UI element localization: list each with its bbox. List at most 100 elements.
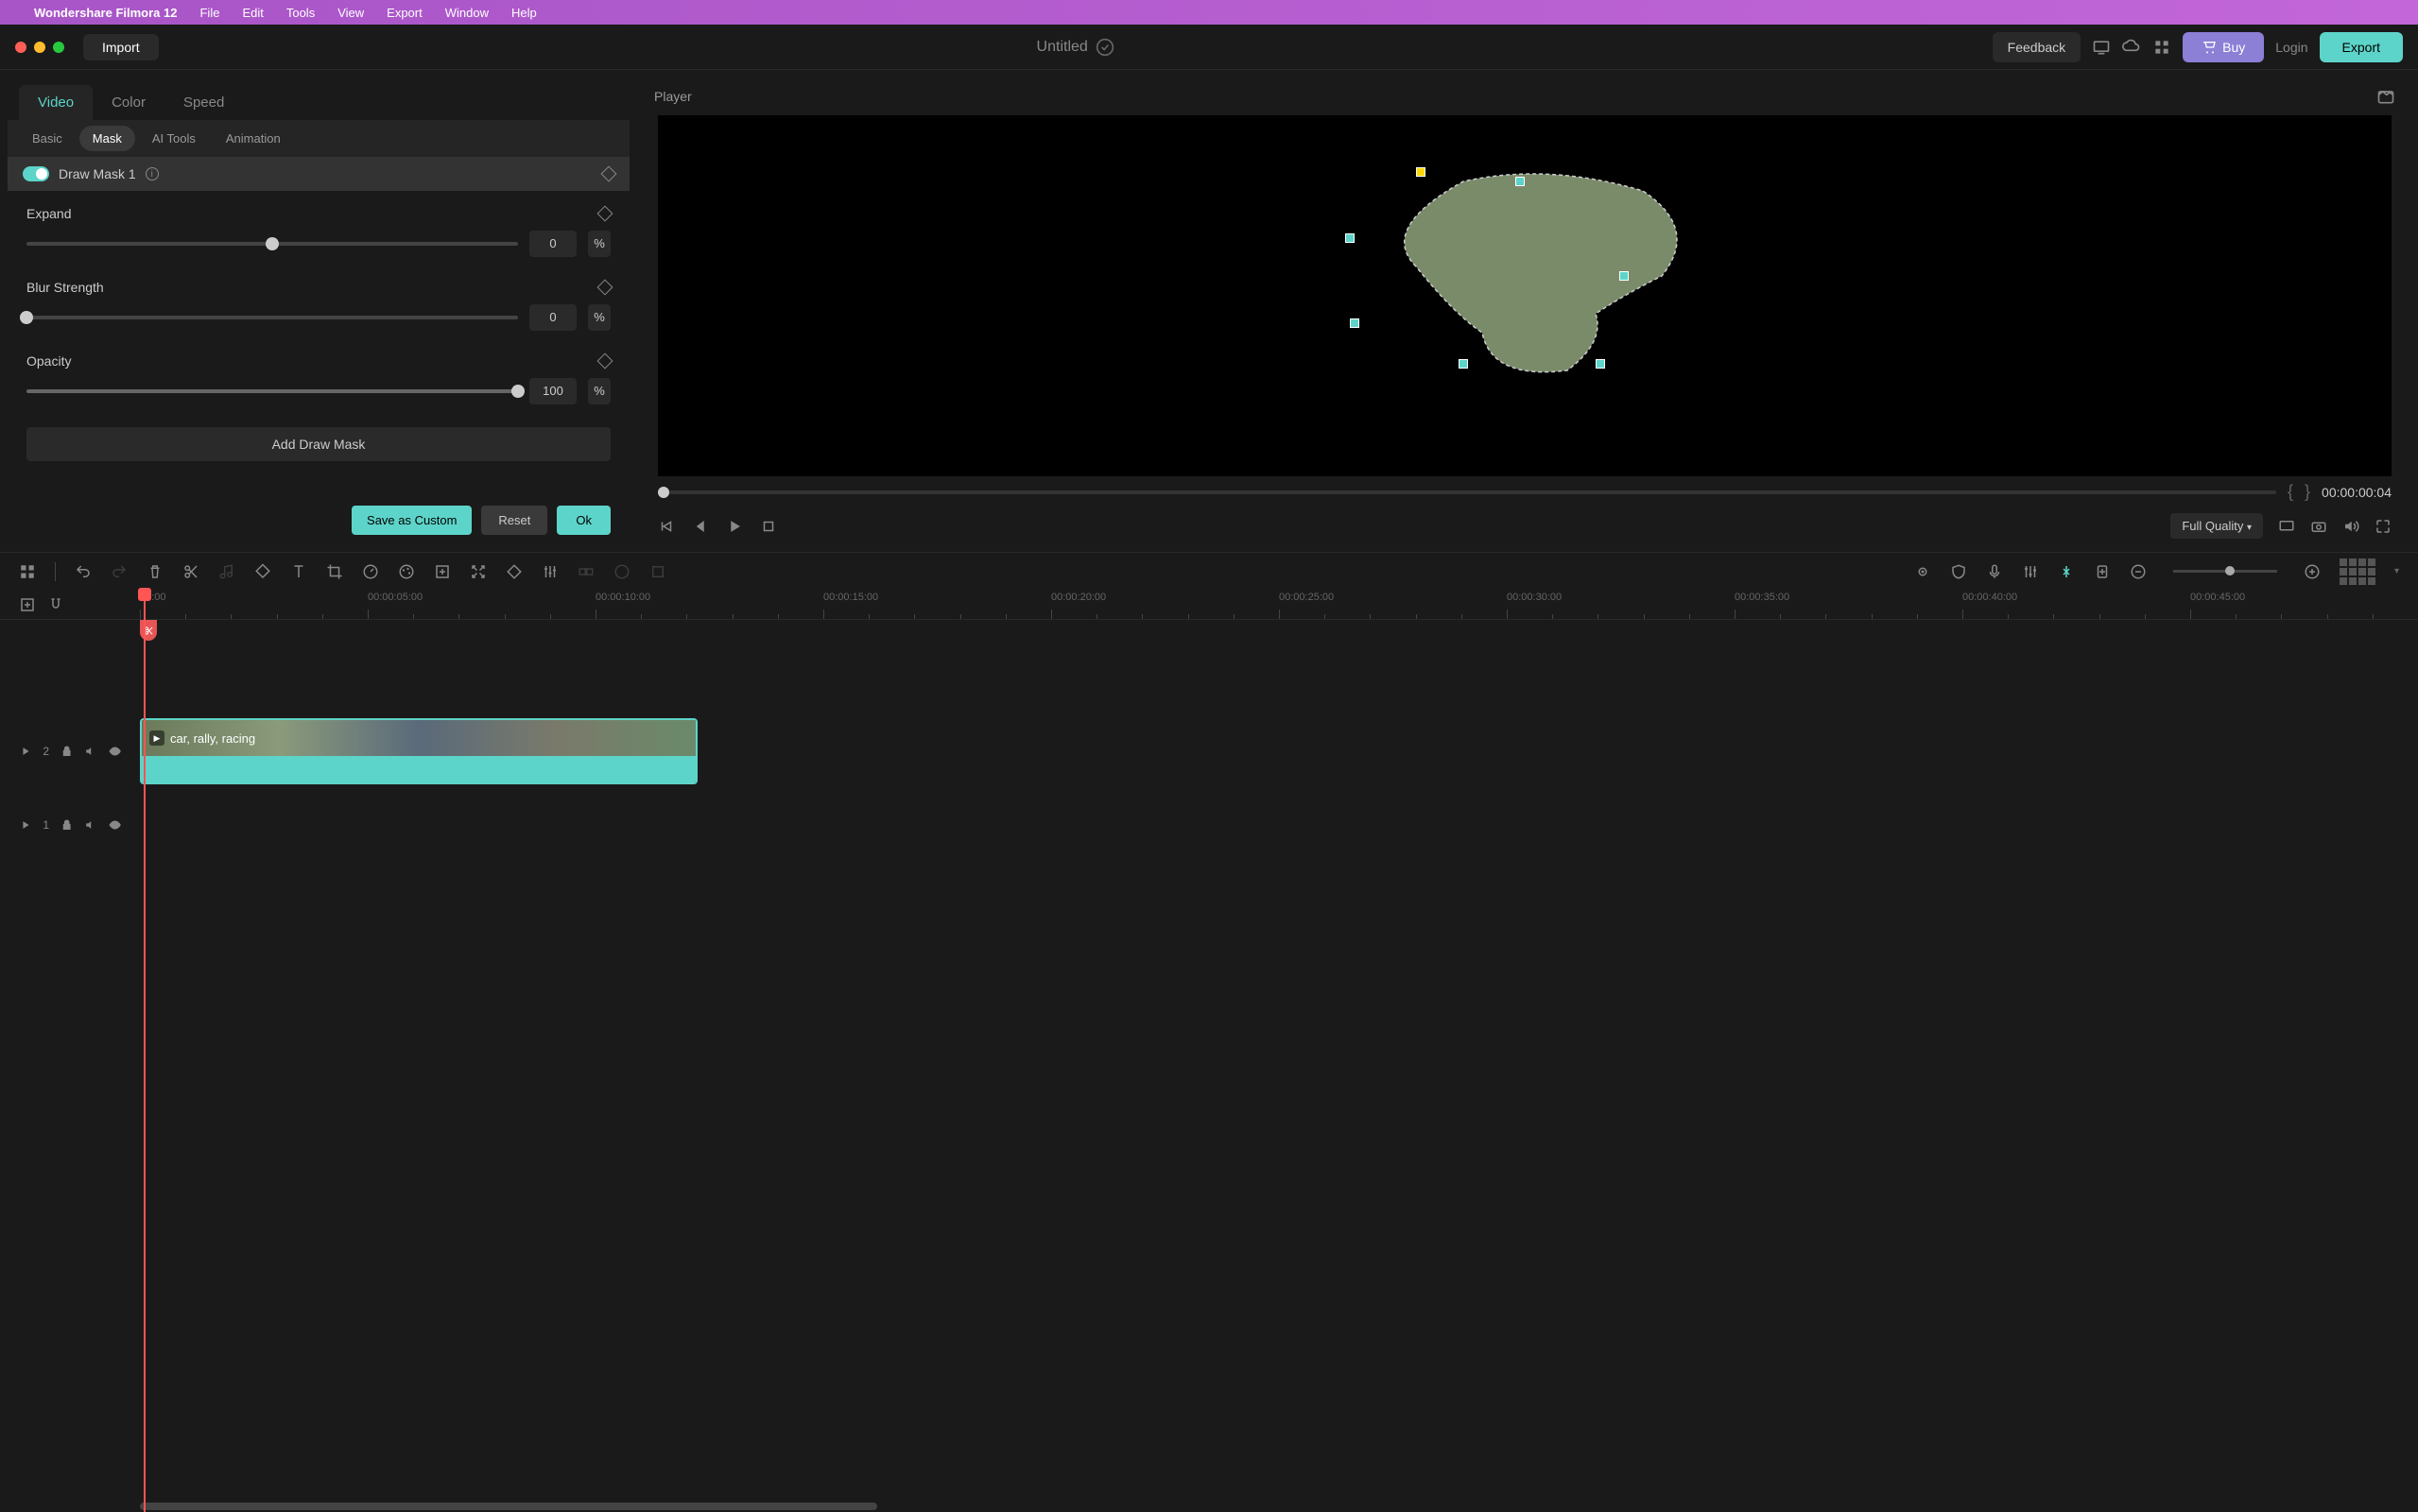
keyframe-blur-icon[interactable] — [597, 280, 613, 296]
add-draw-mask-button[interactable]: Add Draw Mask — [26, 427, 611, 461]
mask-enable-toggle[interactable] — [23, 166, 49, 181]
expand-slider[interactable] — [26, 242, 518, 246]
close-window-button[interactable] — [15, 42, 26, 53]
player-scrubber[interactable] — [658, 490, 2276, 494]
tab-mask[interactable]: Mask — [79, 126, 135, 151]
menu-export[interactable]: Export — [387, 6, 423, 20]
menu-view[interactable]: View — [337, 6, 364, 20]
mask-handle[interactable] — [1596, 359, 1605, 369]
undo-icon[interactable] — [75, 563, 92, 580]
fullscreen-icon[interactable] — [2375, 518, 2392, 535]
opacity-value[interactable]: 100 — [529, 378, 577, 404]
dropdown-caret-icon[interactable]: ▾ — [2394, 566, 2399, 576]
maximize-window-button[interactable] — [53, 42, 64, 53]
expand-icon[interactable] — [470, 563, 487, 580]
playhead[interactable] — [144, 590, 146, 1512]
save-custom-button[interactable]: Save as Custom — [352, 506, 472, 535]
export-button[interactable]: Export — [2320, 32, 2403, 62]
add-track-icon[interactable] — [19, 596, 36, 613]
razor-icon[interactable] — [2058, 563, 2075, 580]
snapshot-icon[interactable] — [2376, 87, 2395, 106]
info-icon[interactable]: i — [146, 167, 159, 180]
import-button[interactable]: Import — [83, 34, 159, 60]
zoom-thumb[interactable] — [2225, 566, 2235, 576]
zoom-in-icon[interactable] — [2304, 563, 2321, 580]
tab-basic[interactable]: Basic — [19, 126, 76, 151]
mask-handle[interactable] — [1459, 359, 1468, 369]
mute-icon[interactable] — [84, 745, 96, 758]
quality-select[interactable]: Full Quality ▾ — [2170, 513, 2263, 539]
keyframe-icon[interactable] — [506, 563, 523, 580]
blur-slider[interactable] — [26, 316, 518, 319]
time-ruler[interactable]: 00:0000:00:05:0000:00:10:0000:00:15:0000… — [140, 590, 2418, 619]
stop-icon[interactable] — [760, 518, 777, 535]
mark-in-icon[interactable]: { — [2288, 482, 2293, 502]
play-backward-icon[interactable] — [692, 518, 709, 535]
mute-icon[interactable] — [84, 818, 96, 832]
shield-icon[interactable] — [1950, 563, 1967, 580]
keyframe-opacity-icon[interactable] — [597, 353, 613, 369]
mixer-icon[interactable] — [2022, 563, 2039, 580]
tab-video[interactable]: Video — [19, 85, 93, 120]
text-icon[interactable] — [290, 563, 307, 580]
render-icon[interactable] — [649, 563, 666, 580]
expand-value[interactable]: 0 — [529, 231, 577, 257]
freeze-icon[interactable] — [434, 563, 451, 580]
apps-grid-icon[interactable] — [2152, 38, 2171, 57]
mic-icon[interactable] — [1986, 563, 2003, 580]
play-icon[interactable] — [726, 518, 743, 535]
visibility-icon[interactable] — [109, 745, 121, 758]
preview-viewport[interactable] — [658, 115, 2392, 476]
music-icon[interactable] — [218, 563, 235, 580]
lock-icon[interactable] — [60, 745, 73, 758]
marker-icon[interactable] — [2094, 563, 2111, 580]
tab-ai-tools[interactable]: AI Tools — [139, 126, 209, 151]
menu-window[interactable]: Window — [445, 6, 489, 20]
mask-handle[interactable] — [1345, 233, 1355, 243]
zoom-slider[interactable] — [2173, 570, 2277, 573]
scrollbar-thumb[interactable] — [140, 1503, 877, 1510]
redo-icon[interactable] — [111, 563, 128, 580]
link-icon[interactable] — [613, 563, 630, 580]
tab-color[interactable]: Color — [93, 85, 164, 120]
keyframe-mask-icon[interactable] — [601, 166, 617, 182]
mask-shape[interactable] — [1359, 172, 1690, 389]
prev-frame-icon[interactable] — [658, 518, 675, 535]
tab-animation[interactable]: Animation — [213, 126, 294, 151]
magnet-icon[interactable] — [47, 596, 64, 613]
track-height-icon[interactable] — [2340, 558, 2375, 585]
tag-icon[interactable] — [254, 563, 271, 580]
menu-help[interactable]: Help — [511, 6, 537, 20]
login-link[interactable]: Login — [2275, 40, 2307, 55]
lock-icon[interactable] — [60, 818, 73, 832]
blur-value[interactable]: 0 — [529, 304, 577, 331]
mask-handle[interactable] — [1515, 177, 1525, 186]
keyframe-expand-icon[interactable] — [597, 206, 613, 222]
menu-tools[interactable]: Tools — [286, 6, 315, 20]
adjust-icon[interactable] — [542, 563, 559, 580]
auto-icon[interactable] — [1914, 563, 1931, 580]
zoom-out-icon[interactable] — [2130, 563, 2147, 580]
mark-out-icon[interactable]: } — [2305, 482, 2310, 502]
mask-handle[interactable] — [1350, 318, 1359, 328]
opacity-slider[interactable] — [26, 389, 518, 393]
scrubber-thumb[interactable] — [658, 487, 669, 498]
group-icon[interactable] — [578, 563, 595, 580]
reset-button[interactable]: Reset — [481, 506, 547, 535]
menu-edit[interactable]: Edit — [242, 6, 263, 20]
display-icon[interactable] — [2278, 518, 2295, 535]
project-title[interactable]: Untitled — [1037, 39, 1088, 56]
speed-icon[interactable] — [362, 563, 379, 580]
ok-button[interactable]: Ok — [557, 506, 611, 535]
grid-icon[interactable] — [19, 563, 36, 580]
menu-file[interactable]: File — [199, 6, 219, 20]
feedback-button[interactable]: Feedback — [1993, 32, 2081, 62]
camera-icon[interactable] — [2310, 518, 2327, 535]
buy-button[interactable]: Buy — [2183, 32, 2264, 62]
mask-handle[interactable] — [1416, 167, 1425, 177]
cloud-icon[interactable] — [2122, 38, 2141, 57]
visibility-icon[interactable] — [109, 818, 121, 832]
expand-slider-thumb[interactable] — [266, 237, 279, 250]
blur-slider-thumb[interactable] — [20, 311, 33, 324]
opacity-slider-thumb[interactable] — [511, 385, 525, 398]
